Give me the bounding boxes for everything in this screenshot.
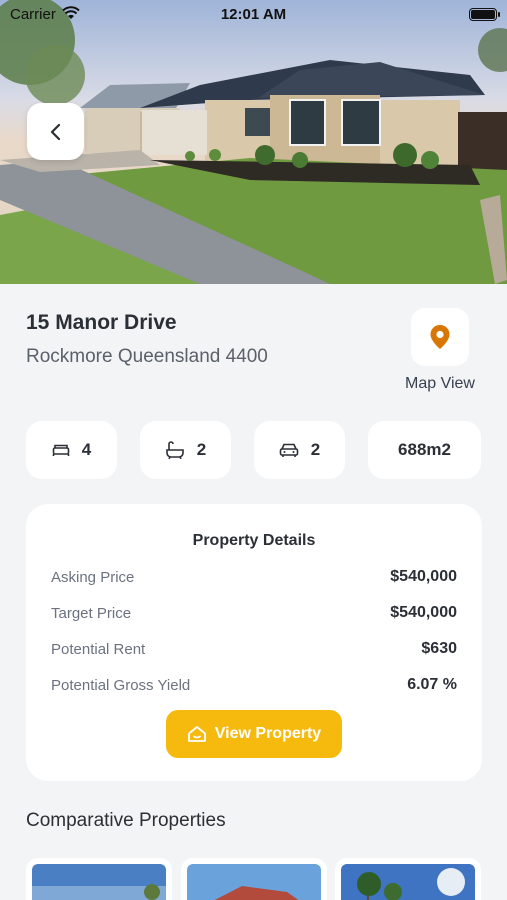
chevron-left-icon [50,123,60,140]
feature-bathrooms: 2 [140,421,231,479]
detail-value: $540,000 [390,604,457,621]
feature-bedrooms: 4 [26,421,117,479]
comparative-properties-title: Comparative Properties [26,810,226,831]
detail-label: Target Price [51,604,132,622]
view-property-button[interactable]: View Property [166,710,342,758]
detail-value: $540,000 [390,568,457,585]
detail-label: Asking Price [51,568,135,586]
bath-icon [165,441,185,459]
map-view-button[interactable] [411,308,469,366]
feature-bathrooms-value: 2 [196,440,207,459]
battery-icon [469,8,500,21]
feature-land-size-value: 688m2 [398,440,451,459]
car-icon [279,442,299,458]
map-view-label[interactable]: Map View [390,375,490,393]
feature-bedrooms-value: 4 [81,440,92,459]
feature-parking-value: 2 [310,440,321,459]
feature-parking: 2 [254,421,345,479]
detail-row-target-price: Target Price $540,000 [51,602,457,624]
status-bar: Carrier 12:01 AM [0,0,507,30]
detail-value: 6.07 % [407,676,457,693]
feature-land-size: 688m2 [368,421,481,479]
back-button[interactable] [27,103,84,160]
comparative-property-image [32,864,166,900]
comparative-property-image [187,864,321,900]
view-property-label: View Property [214,725,322,742]
detail-label: Potential Gross Yield [51,676,191,694]
comparative-property-image [341,864,475,900]
comparative-property-card[interactable] [181,858,327,900]
detail-row-gross-yield: Potential Gross Yield 6.07 % [51,674,457,696]
property-details-card: Property Details Asking Price $540,000 T… [26,504,482,781]
home-icon [187,726,206,742]
property-details-title: Property Details [192,532,316,549]
detail-value: $630 [421,640,457,657]
property-address: 15 Manor Drive [26,311,177,334]
detail-row-potential-rent: Potential Rent $630 [51,638,457,660]
comparative-property-card[interactable] [26,858,172,900]
clock-label: 12:01 AM [220,6,287,23]
map-pin-icon [430,325,450,349]
detail-row-asking-price: Asking Price $540,000 [51,566,457,588]
detail-label: Potential Rent [51,640,146,658]
comparative-property-card[interactable] [335,858,481,900]
bed-icon [52,443,70,457]
property-suburb: Rockmore Queensland 4400 [26,346,268,367]
